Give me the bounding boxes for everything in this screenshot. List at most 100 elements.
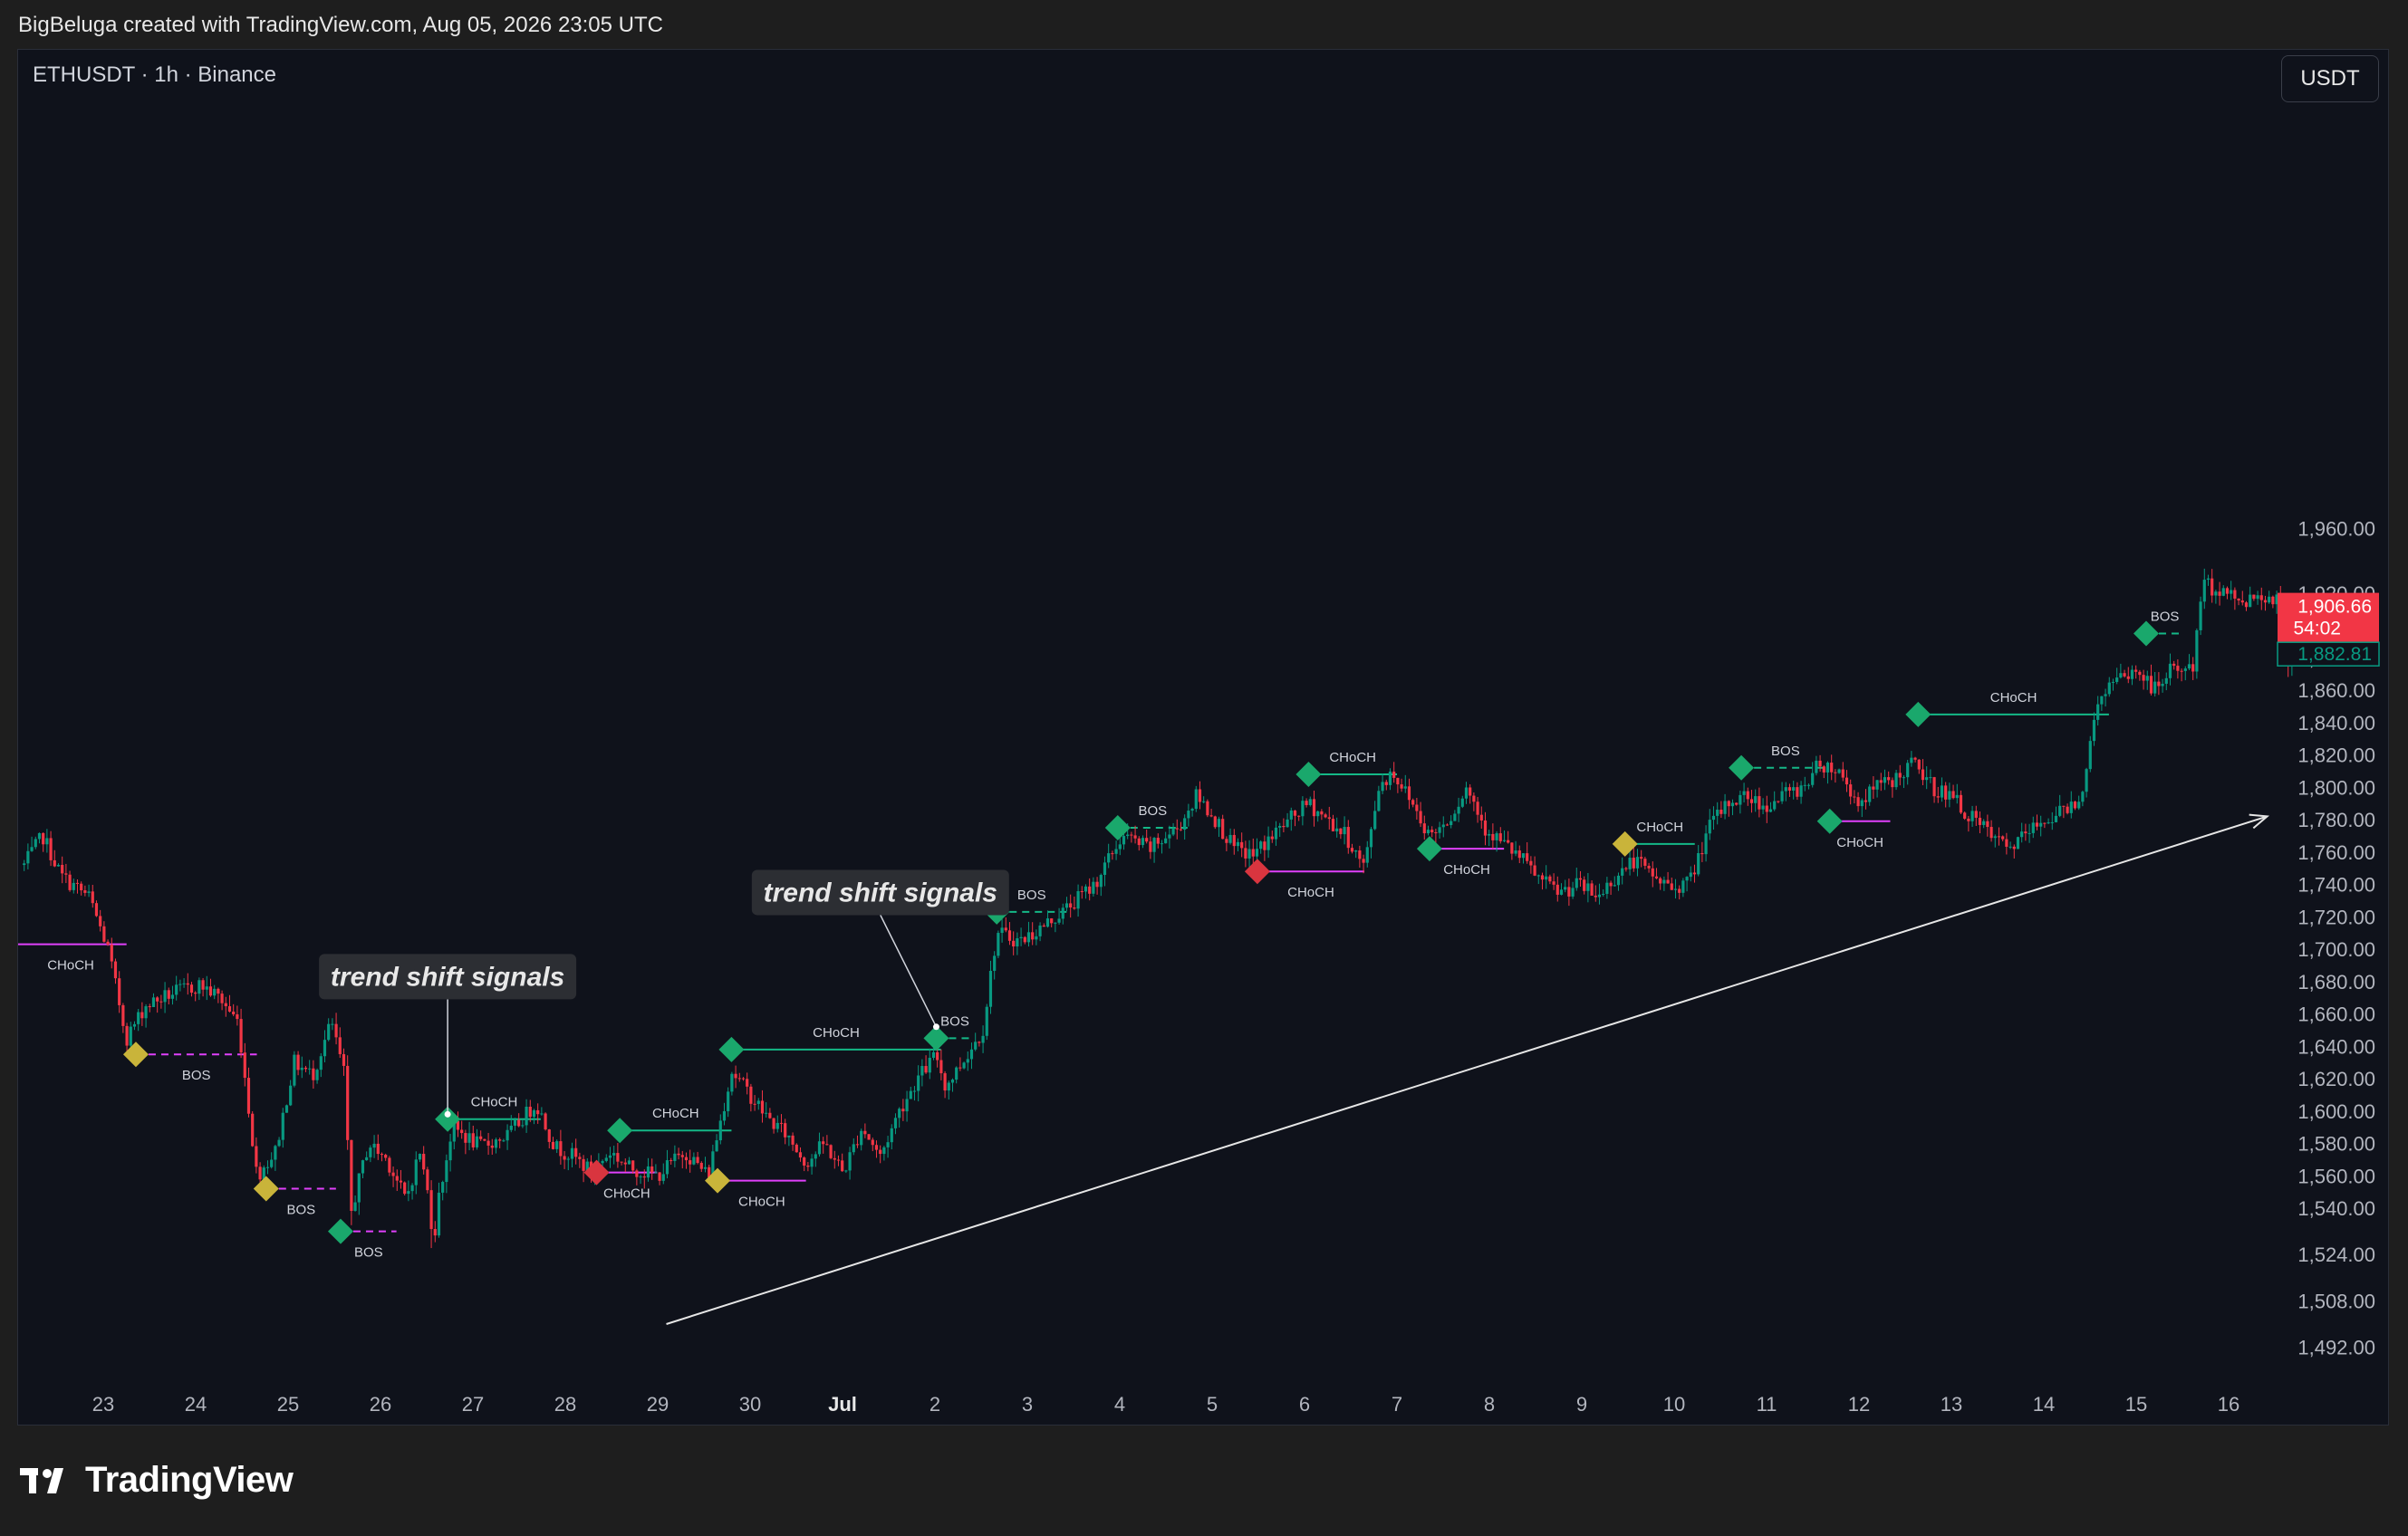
bos-label: BOS [286,1203,315,1218]
candle-body [1891,780,1894,788]
candle-body [1818,760,1822,767]
candle-body [99,916,102,926]
candle-body [570,1147,574,1159]
currency-button[interactable]: USDT [2281,55,2379,102]
candle-body [673,1153,677,1161]
candle-body [106,941,110,945]
candle-body [1392,772,1396,778]
candle-body [91,891,94,904]
candle-body [1035,936,1038,940]
candle-body [1659,878,1662,884]
candle-body [239,1019,243,1053]
candle-body [623,1162,627,1165]
candle-body [486,1140,490,1146]
candle-body [696,1157,699,1164]
bos-label: BOS [182,1068,211,1083]
candle-body [631,1160,635,1171]
candle-body [1217,819,1221,828]
candle-body [140,1012,144,1019]
chart-panel[interactable]: CHoCH BOS BOS BOS CHoCH CHoCH CHoCH CHoCH CHoCH B… [17,49,2389,1426]
candle-body [2256,595,2259,600]
candle-body [928,1057,931,1073]
candle-body [795,1144,798,1153]
candle-body [167,990,170,999]
candle-body [699,1163,703,1169]
candle-body [1853,796,1856,798]
candle-body [410,1185,414,1192]
candle-body [460,1129,464,1134]
candle-body [303,1067,308,1070]
candle-body [494,1139,498,1148]
candle-body [1590,883,1594,896]
y-tick-label: 1,660.00 [2297,1003,2375,1026]
candle-body [1548,876,1552,882]
candle-body [2024,831,2028,834]
candle-body [528,1106,532,1118]
candle-body [993,955,997,971]
candle-body [555,1141,559,1149]
candle-body [1936,796,1940,798]
candle-body [1586,883,1590,891]
candle-body [2012,846,2016,850]
choch-label: CHoCH [1636,820,1683,835]
candle-body [1730,802,1735,807]
choch-label: CHoCH [1443,862,1490,878]
tradingview-logo[interactable]: TradingView [20,1460,294,1501]
candle-body [281,1112,284,1140]
candle-body [2268,596,2271,603]
choch-label: CHoCH [603,1186,650,1202]
candle-body [1373,811,1377,830]
candle-body [1045,918,1050,927]
candle-body [1095,881,1099,888]
candle-body [1426,830,1430,834]
candle-body [768,1112,772,1118]
candle-body [483,1138,486,1141]
y-tick-label: 1,740.00 [2297,874,2375,897]
candle-body [2153,681,2157,694]
candle-body [64,873,68,875]
candle-body [680,1155,684,1157]
candle-body [1887,777,1891,781]
candle-body [118,978,121,1005]
candle-body [1339,828,1343,835]
candle-body [506,1129,509,1141]
candle-body [2161,683,2164,686]
tradingview-logo-text: TradingView [85,1460,294,1500]
candle-body [931,1051,936,1058]
choch-label: CHoCH [738,1195,785,1210]
x-tick-label: 6 [1299,1393,1310,1416]
candle-body [1678,888,1681,893]
candle-body [1704,833,1708,855]
candle-body [1545,876,1548,880]
candle-body [2263,600,2268,603]
candle-body [236,1014,239,1020]
candle-body [243,1052,246,1079]
candle-body [376,1143,380,1155]
candle-body [1932,777,1936,797]
candle-body [2073,802,2077,809]
candle-body [1784,787,1787,792]
x-tick-label: 16 [2218,1393,2239,1416]
choch-label: CHoCH [652,1106,699,1121]
candle-body [1662,879,1666,884]
candle-body [1735,802,1739,805]
price-chart[interactable]: CHoCH BOS BOS BOS CHoCH CHoCH CHoCH CHoCH CHoCH B… [18,50,2389,1426]
candle-body [1270,836,1274,840]
candle-body [917,1075,920,1091]
candle-body [2164,677,2168,684]
callout-text: trend shift signals [331,962,564,992]
candle-body [1430,830,1434,833]
candle-body [661,1174,665,1181]
candle-body [1012,940,1016,947]
candle-body [1951,791,1955,799]
candle-body [1152,838,1156,852]
candle-body [1236,841,1240,847]
candle-body [1963,812,1967,819]
candle-body [1654,876,1659,878]
y-tick-label: 1,540.00 [2297,1197,2375,1220]
candle-body [418,1154,422,1160]
candle-body [1419,811,1422,824]
candle-body [2123,673,2126,677]
candle-body [1841,769,1845,778]
candle-body [924,1066,928,1073]
